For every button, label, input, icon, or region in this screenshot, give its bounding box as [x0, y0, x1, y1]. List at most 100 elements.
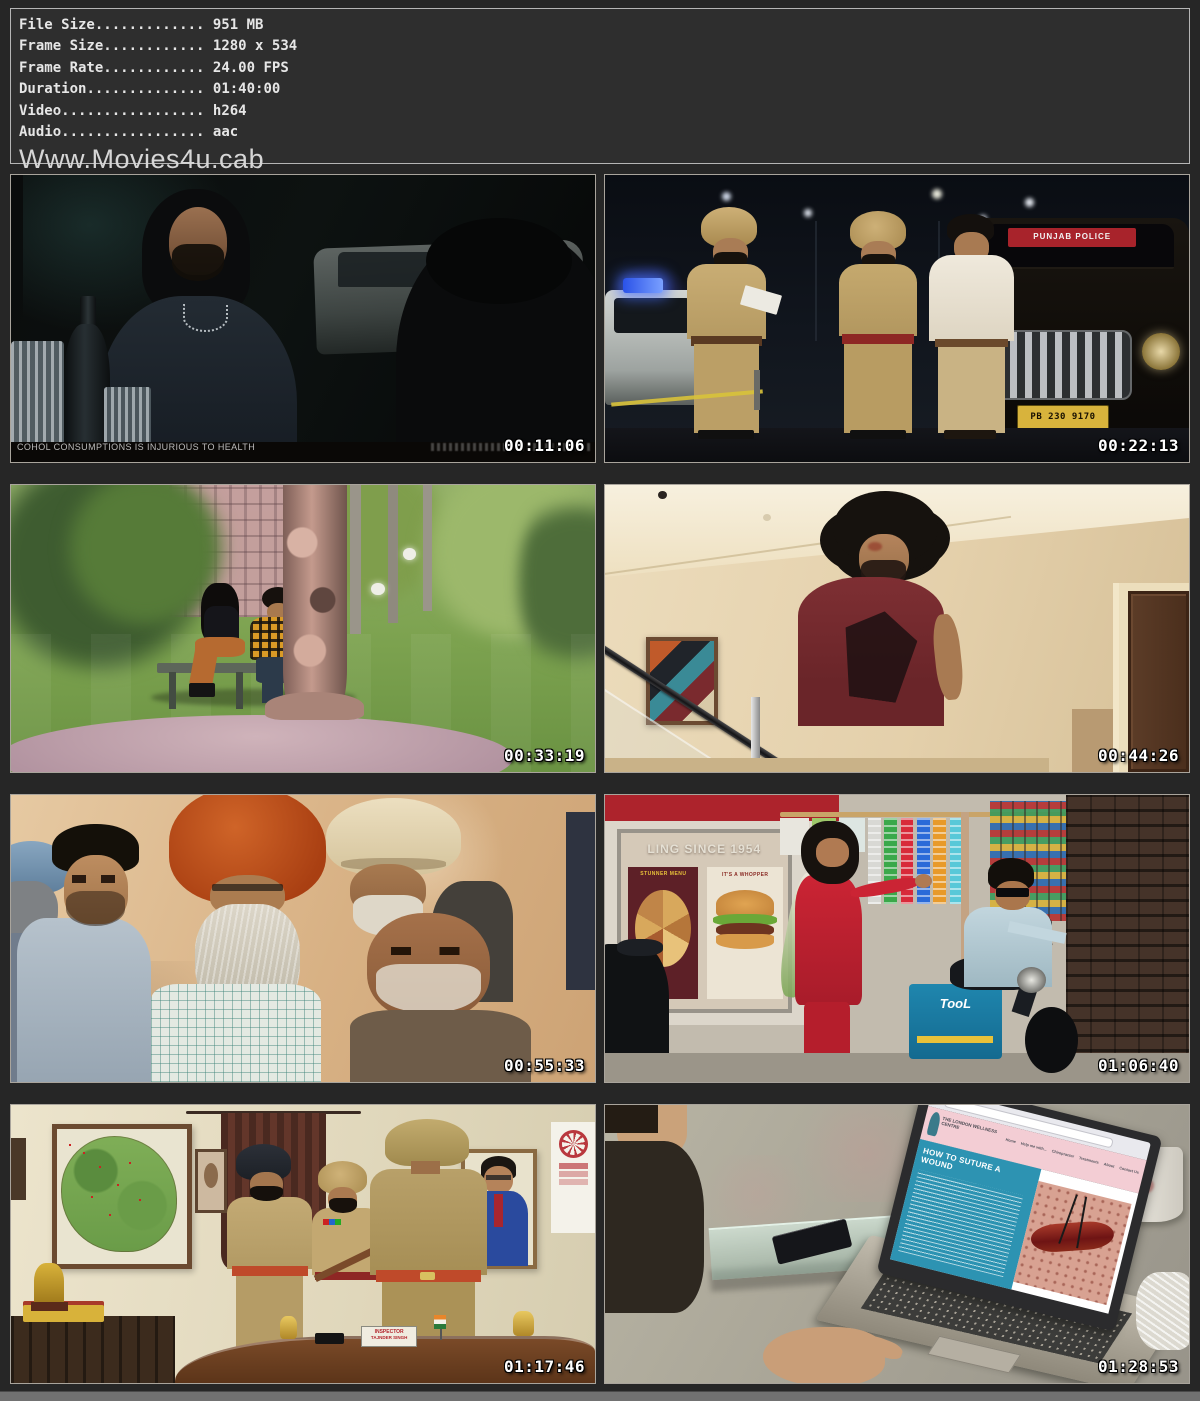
statutory-warning-caption: COHOL CONSUMPTIONS IS INJURIOUS TO HEALT… — [17, 442, 255, 452]
desk-phone — [315, 1333, 344, 1344]
civilian-trousers — [938, 347, 1005, 433]
officer2-trousers — [844, 344, 911, 433]
cart-yellow-stripe — [917, 1036, 993, 1043]
officerC-turban — [385, 1119, 470, 1166]
garden-lamp — [403, 548, 416, 559]
woman-boot — [189, 683, 215, 697]
dots-leader: ............. — [95, 17, 205, 33]
blue-light-bar — [623, 278, 664, 292]
bokeh-light — [804, 209, 812, 217]
screenshot-7-police-office: INSPECTOR TAJNDER SINGH 01:17:46 — [10, 1104, 596, 1384]
eyeglasses — [212, 884, 282, 891]
screenshots-sheet-page: { "media_info": { "rows": [ {"label": "F… — [0, 0, 1200, 1400]
timestamp-overlay: 01:28:53 — [1098, 1357, 1179, 1376]
screenshot-6-street-market: LING SINCE 1954 STUNNER MENU IT'S A WHOP… — [604, 794, 1190, 1083]
media-info-label: Duration — [19, 81, 86, 97]
timestamp-overlay: 00:33:19 — [504, 746, 585, 765]
palm-trunk — [423, 485, 432, 611]
site-watermark: Www.Movies4u.cab — [19, 144, 1189, 175]
officer2-red-belt — [842, 334, 914, 344]
sachet-strip — [933, 818, 946, 904]
burger-sign-text: LING SINCE 1954 — [623, 842, 787, 856]
officer1-shoes — [698, 430, 753, 439]
sachet-strip — [901, 818, 914, 904]
belt-buckle — [420, 1272, 435, 1280]
desk-nameplate: INSPECTOR TAJNDER SINGH — [361, 1326, 416, 1347]
young-man-stubble — [66, 891, 126, 925]
bokeh-light — [722, 192, 731, 201]
storefront-red-band — [605, 795, 839, 821]
woman-face — [816, 838, 848, 867]
civilian-shoes — [944, 430, 997, 439]
dots-leader: .............. — [86, 81, 204, 97]
media-info-label: Frame Rate — [19, 60, 103, 76]
bench-leg — [169, 672, 176, 709]
tree-trunk-base — [265, 692, 364, 721]
palm-trunk — [350, 485, 362, 634]
menu-poster-text: STUNNER MENU — [630, 871, 698, 877]
media-info-label: Frame Size — [19, 38, 103, 54]
timestamp-overlay: 00:22:13 — [1098, 436, 1179, 455]
emblem-text-lines — [559, 1163, 588, 1169]
nameplate-name: TAJNDER SINGH — [362, 1335, 415, 1340]
dots-leader: ................. — [61, 124, 204, 140]
media-info-value: h264 — [213, 103, 247, 119]
media-info-value: 01:40:00 — [213, 81, 280, 97]
sachet-strip — [917, 818, 930, 904]
wooden-door — [1128, 591, 1189, 772]
punjab-police-banner: PUNJAB POLICE — [1008, 228, 1136, 247]
person-hair — [605, 1105, 658, 1133]
timestamp-overlay: 00:44:26 — [1098, 746, 1179, 765]
map-markers — [69, 1144, 71, 1146]
officer1-trousers — [694, 344, 758, 433]
officerC-shirt — [370, 1169, 487, 1275]
screenshot-2-police-night: PUNJAB POLICE PB 230 9170 00:22:13 — [604, 174, 1190, 463]
suv-chrome-grille — [993, 330, 1131, 400]
screenshot-8-laptop-suture: THE LONDON WELLNESS CENTRE Home Help me … — [604, 1104, 1190, 1384]
license-plate: PB 230 9170 — [1017, 405, 1110, 430]
ceiling-spotlight — [763, 514, 771, 521]
checked-shirt — [151, 984, 320, 1082]
bokeh-light — [932, 189, 942, 199]
media-info-value: aac — [213, 124, 238, 140]
media-info-value: 951 MB — [213, 17, 264, 33]
sunglasses — [996, 888, 1029, 897]
dots-leader: ................. — [61, 103, 204, 119]
bald-elder-white-stubble — [376, 964, 481, 1013]
desk-trophy — [280, 1316, 298, 1338]
bokeh-light — [1025, 198, 1034, 207]
officer2-shoes — [850, 430, 905, 439]
burger-bun-bottom — [716, 934, 774, 948]
trophy-base — [31, 1302, 68, 1310]
motorcycle-seat — [617, 939, 664, 956]
timestamp-overlay: 00:11:06 — [504, 436, 585, 455]
portrait-red-tie — [494, 1194, 503, 1227]
garden-lamp — [371, 583, 385, 596]
screenshot-3-park-bench: 00:33:19 — [10, 484, 596, 773]
jeep-window — [614, 298, 690, 332]
screenshot-1-night-bar: COHOL CONSUMPTIONS IS INJURIOUS TO HEALT… — [10, 174, 596, 463]
desk-trophy — [513, 1311, 533, 1336]
dots-leader: ............ — [103, 60, 204, 76]
big-tree-trunk — [283, 485, 347, 715]
media-info-label: File Size — [19, 17, 95, 33]
screenshot-4-house-interior: 00:44:26 — [604, 484, 1190, 773]
whopper-poster-text: IT'S A WHOPPER — [708, 872, 782, 878]
screenshot-5-crowd-turbans: 00:55:33 — [10, 794, 596, 1083]
plastic-bag — [1136, 1272, 1190, 1350]
bench-leg — [236, 672, 243, 709]
man-beard — [172, 244, 225, 281]
motorcycle-headlamp — [1017, 967, 1046, 993]
portrait-glasses — [486, 1175, 512, 1181]
young-man-shirt — [17, 918, 151, 1082]
timestamp-overlay: 01:06:40 — [1098, 1056, 1179, 1075]
fence-pole — [815, 221, 817, 342]
cart-text: TooL — [909, 996, 1002, 1011]
media-info-value: 1280 x 534 — [213, 38, 297, 54]
portrait-face — [204, 1163, 218, 1188]
media-info-value: 24.00 FPS — [213, 60, 289, 76]
media-info-row: File Size............. 951 MB — [19, 15, 1189, 36]
floor-strip — [605, 758, 1049, 772]
person-torso — [605, 1141, 704, 1313]
civilian-white-shirt — [929, 255, 1014, 341]
